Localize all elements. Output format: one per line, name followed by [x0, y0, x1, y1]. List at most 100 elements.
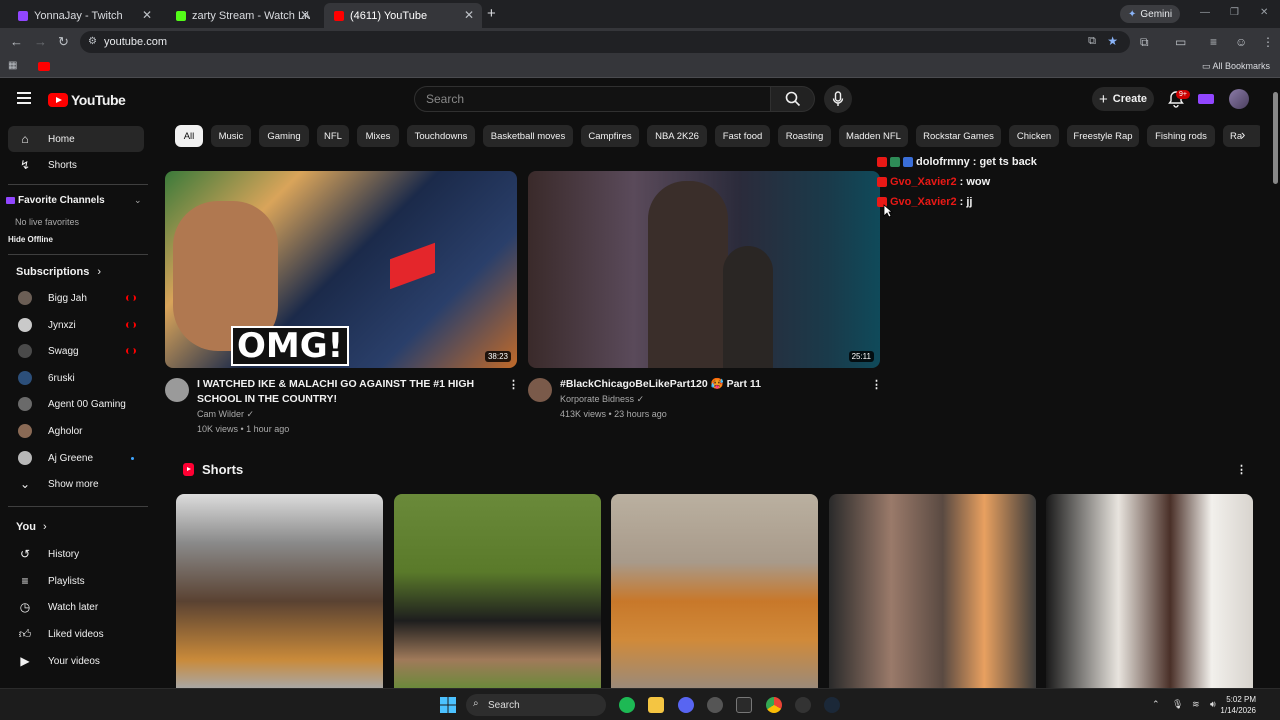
sidebar-item-swagg[interactable]: Swagg [8, 338, 144, 364]
chip-freestyle-rap[interactable]: Freestyle Rap [1067, 125, 1139, 147]
video-thumbnail[interactable]: 25:11 [528, 171, 880, 368]
chip-nfl[interactable]: NFL [317, 125, 349, 147]
video-title[interactable]: I WATCHED IKE & MALACHI GO AGAINST THE #… [197, 377, 497, 407]
chip-rockstar-games[interactable]: Rockstar Games [916, 125, 1001, 147]
chrome-icon[interactable] [766, 697, 782, 713]
chip-roasting[interactable]: Roasting [778, 125, 831, 147]
channel-avatar[interactable] [165, 378, 189, 402]
video-thumbnail[interactable]: OMG! 38:23 [165, 171, 517, 368]
file-explorer-icon[interactable] [648, 697, 664, 713]
video-channel[interactable]: Cam Wilder ✓ [197, 409, 254, 420]
more-options-icon[interactable]: ⋮ [871, 378, 882, 391]
sidebar-item-liked-videos[interactable]: 👍︎ Liked videos [8, 621, 144, 647]
windows-start-icon[interactable] [440, 697, 456, 713]
side-panel-icon[interactable]: ▭ [1175, 35, 1186, 49]
all-bookmarks-button[interactable]: ▭ All Bookmarks [1202, 61, 1270, 72]
url-text[interactable]: youtube.com [104, 36, 167, 48]
show-more-button[interactable]: ⌄ Show more [8, 471, 144, 497]
epic-games-icon[interactable] [736, 697, 752, 713]
chevron-right-icon[interactable]: › [1241, 127, 1245, 142]
twitch-extension-icon[interactable] [1198, 94, 1214, 104]
short-thumbnail[interactable] [176, 494, 383, 689]
chevron-down-icon[interactable]: ⌄ [134, 195, 142, 206]
microphone-icon[interactable]: 🎙︎ [1172, 699, 1183, 710]
scrollbar[interactable] [1271, 80, 1280, 688]
short-thumbnail[interactable] [611, 494, 818, 689]
minimize-icon[interactable]: — [1200, 7, 1210, 18]
close-icon[interactable]: ✕ [464, 8, 474, 22]
video-channel[interactable]: Korporate Bidness ✓ [560, 394, 644, 405]
bookmark-star-icon[interactable]: ★ [1107, 34, 1118, 48]
app-icon[interactable] [707, 697, 723, 713]
tab-kick[interactable]: zarty Stream - Watch Live on Ki ✕ [166, 3, 318, 28]
sidebar-item-your-videos[interactable]: ▶ Your videos [8, 648, 144, 674]
extensions-icon[interactable]: ⧉ [1140, 35, 1149, 50]
sidebar-item-6ruski[interactable]: 6ruski [8, 365, 144, 391]
sidebar-item-history[interactable]: ↺ History [8, 541, 144, 567]
reload-icon[interactable]: ↻ [58, 34, 69, 50]
short-thumbnail[interactable] [1046, 494, 1253, 689]
media-icon[interactable]: ≡ [1210, 35, 1217, 49]
youtube-logo[interactable]: YouTube [48, 92, 126, 108]
chip-nba-2k26[interactable]: NBA 2K26 [647, 125, 707, 147]
tab-twitch[interactable]: YonnaJay - Twitch ✕ [8, 3, 160, 28]
hide-offline-button[interactable]: Hide Offline [8, 235, 53, 244]
search-button[interactable] [771, 86, 815, 112]
short-thumbnail[interactable] [829, 494, 1036, 689]
sidebar-item-home[interactable]: ⌂ Home [8, 126, 144, 152]
taskbar-clock[interactable]: 5:02 PM 1/14/2026 [1220, 694, 1256, 716]
chip-fishing-rods[interactable]: Fishing rods [1147, 125, 1215, 147]
discord-icon[interactable] [678, 697, 694, 713]
search-input[interactable]: Search [414, 86, 771, 112]
profile-icon[interactable]: ☺ [1235, 35, 1247, 49]
taskbar-search[interactable]: ⌕ Search [466, 694, 606, 716]
sidebar-item-aj-greene[interactable]: Aj Greene [8, 445, 144, 471]
chip-music[interactable]: Music [211, 125, 251, 147]
tab-youtube[interactable]: (4611) YouTube ✕ [324, 3, 482, 28]
hamburger-menu-icon[interactable] [17, 92, 31, 104]
chip-madden-nfl[interactable]: Madden NFL [839, 125, 908, 147]
sidebar-item-agent-00-gaming[interactable]: Agent 00 Gaming [8, 391, 144, 417]
chip-campfires[interactable]: Campfires [581, 125, 639, 147]
chip-all[interactable]: All [175, 125, 203, 147]
sidebar-item-jynxzi[interactable]: Jynxzi [8, 312, 144, 338]
video-title[interactable]: #BlackChicagoBeLikePart120 🥵 Part 11 [560, 377, 860, 392]
account-avatar[interactable] [1229, 89, 1249, 109]
spotify-icon[interactable] [619, 697, 635, 713]
site-info-icon[interactable]: ⚙ [88, 36, 97, 47]
more-options-icon[interactable]: ⋮ [1236, 463, 1247, 476]
voice-search-button[interactable] [824, 85, 852, 113]
short-thumbnail[interactable] [394, 494, 601, 689]
app-icon[interactable] [795, 697, 811, 713]
volume-icon[interactable]: 🔊︎ [1210, 699, 1216, 710]
new-tab-button[interactable]: + [487, 5, 496, 22]
subscriptions-header[interactable]: Subscriptions › [16, 266, 101, 278]
sidebar-item-agholor[interactable]: Agholor [8, 418, 144, 444]
forward-icon[interactable]: → [34, 34, 47, 49]
channel-avatar[interactable] [528, 378, 552, 402]
create-button[interactable]: + Create [1092, 87, 1154, 111]
wifi-icon[interactable]: ≋ [1192, 699, 1200, 710]
chip-basketball-moves[interactable]: Basketball moves [483, 125, 573, 147]
chip-mixes[interactable]: Mixes [357, 125, 399, 147]
close-window-icon[interactable]: ✕ [1260, 7, 1268, 18]
sidebar-item-bigg-jah[interactable]: Bigg Jah [8, 285, 144, 311]
tray-chevron-icon[interactable]: ⌃ [1152, 699, 1160, 710]
back-icon[interactable]: ← [10, 34, 23, 49]
chip-touchdowns[interactable]: Touchdowns [407, 125, 475, 147]
menu-icon[interactable]: ⋮ [1262, 35, 1274, 49]
more-options-icon[interactable]: ⋮ [508, 378, 519, 391]
close-icon[interactable]: ✕ [142, 8, 152, 22]
sidebar-item-playlists[interactable]: ≡ Playlists [8, 568, 144, 594]
apps-grid-icon[interactable]: ▦ [8, 60, 17, 71]
close-icon[interactable]: ✕ [300, 8, 310, 22]
youtube-bookmark-icon[interactable] [38, 62, 50, 71]
chip-gaming[interactable]: Gaming [259, 125, 309, 147]
gemini-button[interactable]: ✦ Gemini [1120, 5, 1181, 23]
install-app-icon[interactable]: ⧉ [1088, 35, 1096, 48]
maximize-icon[interactable]: ❐ [1230, 7, 1239, 18]
steam-icon[interactable] [824, 697, 840, 713]
chip-fast-food[interactable]: Fast food [715, 125, 770, 147]
you-header[interactable]: You › [16, 521, 47, 533]
chip-chicken[interactable]: Chicken [1009, 125, 1059, 147]
